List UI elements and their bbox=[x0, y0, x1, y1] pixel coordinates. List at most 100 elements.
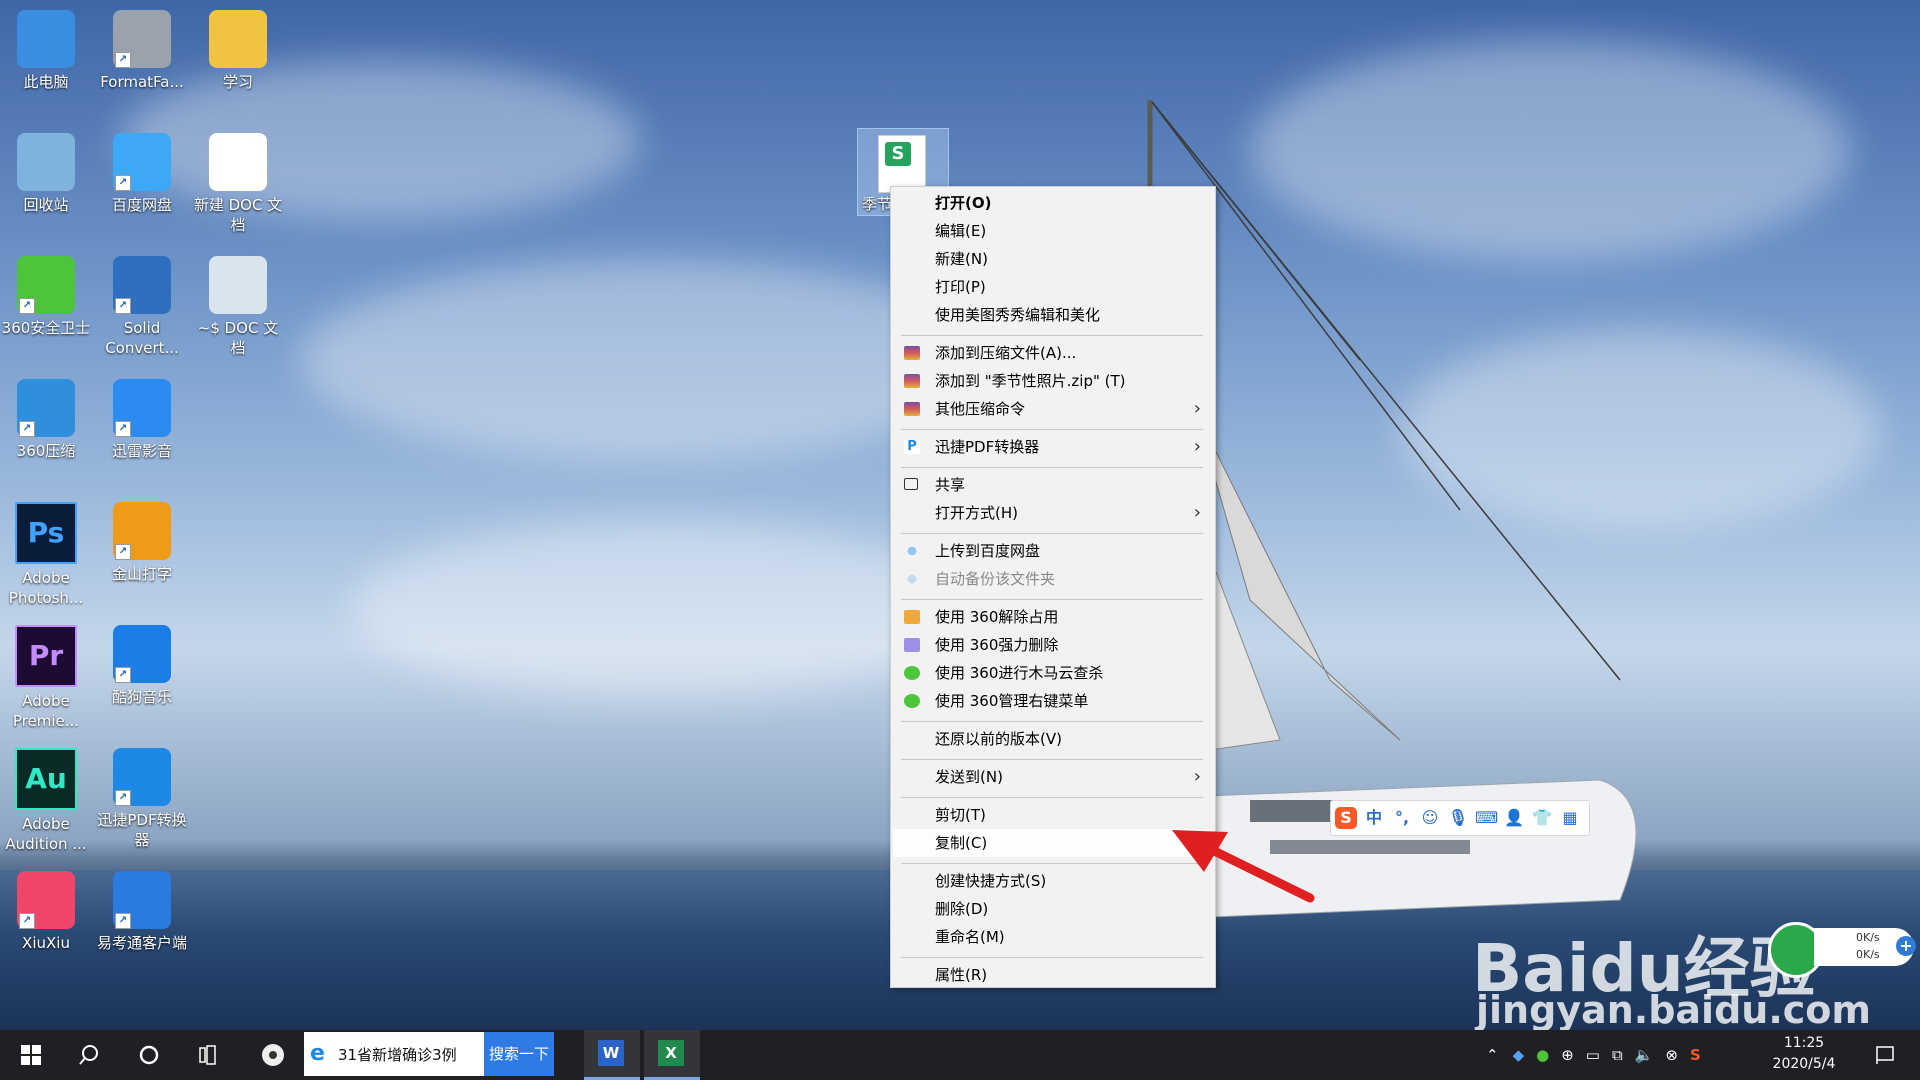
menu-item-open-with[interactable]: 打开方式(H) › bbox=[893, 499, 1213, 527]
show-hidden-icons[interactable]: ⌃ bbox=[1486, 1046, 1499, 1064]
menu-item-xunjie-pdf[interactable]: P 迅捷PDF转换器 › bbox=[893, 433, 1213, 461]
task-view-icon[interactable] bbox=[186, 1030, 232, 1080]
ime-skin-icon[interactable]: 👕 bbox=[1531, 807, 1553, 829]
shortcut-arrow-icon: ↗ bbox=[115, 421, 131, 437]
desktop-icon-label: 学习 bbox=[222, 73, 253, 91]
plus-icon[interactable]: + bbox=[1896, 936, 1916, 956]
desktop-icon-label: 此电脑 bbox=[23, 73, 69, 91]
search-button[interactable]: 搜索一下 bbox=[484, 1032, 554, 1076]
desktop-icon[interactable]: ↗ 迅捷PDF转换器 bbox=[96, 742, 188, 850]
360-security-icon: ↗ bbox=[17, 256, 75, 314]
shortcut-arrow-icon: ↗ bbox=[115, 544, 131, 560]
menu-item-360-scan[interactable]: 使用 360进行木马云查杀 bbox=[893, 659, 1213, 687]
sogou-logo-icon[interactable]: S bbox=[1335, 807, 1357, 829]
desktop-icon[interactable]: ↗ Solid Convert... bbox=[96, 250, 188, 358]
ime-emoji-icon[interactable]: ☺ bbox=[1419, 807, 1441, 829]
360-unlock-icon bbox=[904, 610, 920, 624]
winrar-icon bbox=[904, 346, 920, 360]
desktop-icon[interactable]: ↗ 360安全卫士 bbox=[0, 250, 92, 338]
network-globe-icon[interactable]: ⊕ bbox=[1561, 1046, 1574, 1064]
desktop-icon[interactable]: Ps Adobe Photosh... bbox=[0, 496, 92, 608]
search-text: 31省新增确诊3例 bbox=[338, 1046, 457, 1064]
taskbar-excel[interactable]: X bbox=[644, 1030, 700, 1080]
shortcut-arrow-icon: ↗ bbox=[115, 52, 131, 68]
desktop-icon[interactable]: ↗ 酷狗音乐 bbox=[96, 619, 188, 707]
xunlei-player-icon: ↗ bbox=[113, 379, 171, 437]
ime-user-icon[interactable]: 👤 bbox=[1503, 807, 1525, 829]
menu-item-new[interactable]: 新建(N) bbox=[893, 245, 1213, 273]
desktop-icon[interactable]: 回收站 bbox=[0, 127, 92, 215]
menu-item-360-force-delete[interactable]: 使用 360强力删除 bbox=[893, 631, 1213, 659]
clock-date: 2020/5/4 bbox=[1772, 1056, 1836, 1072]
ime-punctuation-icon[interactable]: °, bbox=[1391, 807, 1413, 829]
desktop-icon-label: Adobe Audition ... bbox=[5, 815, 87, 853]
menu-item-send-to[interactable]: 发送到(N) › bbox=[893, 763, 1213, 791]
winrar-icon bbox=[904, 402, 920, 416]
sogou-tray-icon[interactable]: S bbox=[1690, 1046, 1701, 1064]
chevron-right-icon: › bbox=[1193, 766, 1201, 787]
display-icon[interactable]: ⧉ bbox=[1612, 1046, 1623, 1064]
desktop-icon[interactable]: ↗ FormatFa... bbox=[96, 4, 188, 92]
desktop-icon-label: XiuXiu bbox=[22, 934, 70, 952]
menu-item-print[interactable]: 打印(P) bbox=[893, 273, 1213, 301]
baidu-netdisk-icon bbox=[904, 572, 920, 586]
desktop-icon[interactable]: ~$ DOC 文档 bbox=[192, 250, 284, 358]
search-icon[interactable] bbox=[66, 1030, 112, 1080]
solid-converter-icon: ↗ bbox=[113, 256, 171, 314]
battery-icon[interactable]: ▭ bbox=[1586, 1046, 1600, 1064]
desktop-icon[interactable]: ↗ 360压缩 bbox=[0, 373, 92, 461]
desktop-icon[interactable]: 新建 DOC 文档 bbox=[192, 127, 284, 235]
net-speed-widget[interactable]: 0K/s 0K/s + bbox=[1768, 922, 1918, 978]
menu-item-360-manage-menu[interactable]: 使用 360管理右键菜单 bbox=[893, 687, 1213, 715]
menu-item-add-zip[interactable]: 添加到 "季节性照片.zip" (T) bbox=[893, 367, 1213, 395]
desktop-icon[interactable]: Pr Adobe Premie... bbox=[0, 619, 92, 731]
ime-voice-icon[interactable]: 🎙 bbox=[1447, 807, 1469, 829]
menu-item-rename[interactable]: 重命名(M) bbox=[893, 923, 1213, 951]
menu-item-upload-baidu[interactable]: 上传到百度网盘 bbox=[893, 537, 1213, 565]
desktop-icon[interactable]: ↗ 迅雷影音 bbox=[96, 373, 188, 461]
pinwheel-app-icon[interactable] bbox=[250, 1030, 296, 1080]
yikaotong-icon: ↗ bbox=[113, 871, 171, 929]
menu-item-open[interactable]: 打开(O) bbox=[893, 189, 1213, 217]
ime-keyboard-icon[interactable]: ⌨ bbox=[1475, 807, 1498, 829]
cortana-icon[interactable] bbox=[126, 1030, 172, 1080]
notification-icon[interactable] bbox=[1860, 1030, 1910, 1080]
menu-item-share[interactable]: 共享 bbox=[893, 471, 1213, 499]
taskbar-clock[interactable]: 11:25 2020/5/4 bbox=[1760, 1033, 1848, 1075]
desktop-icon-label: 360安全卫士 bbox=[1, 319, 91, 337]
shortcut-arrow-icon: ↗ bbox=[19, 421, 35, 437]
menu-item-restore-versions[interactable]: 还原以前的版本(V) bbox=[893, 725, 1213, 753]
baidu-netdisk-icon bbox=[904, 544, 920, 558]
start-button[interactable] bbox=[8, 1030, 54, 1080]
desktop-icon[interactable]: ↗ 易考通客户端 bbox=[96, 865, 188, 953]
menu-item-other-compress[interactable]: 其他压缩命令 › bbox=[893, 395, 1213, 423]
desktop-icon-label: 迅雷影音 bbox=[111, 442, 172, 460]
ime-chinese-mode-icon[interactable]: 中 bbox=[1363, 807, 1385, 829]
desktop-icon[interactable]: 学习 bbox=[192, 4, 284, 92]
premiere-icon: Pr bbox=[15, 625, 77, 687]
menu-item-delete[interactable]: 删除(D) bbox=[893, 895, 1213, 923]
ime-toolbox-icon[interactable]: ▦ bbox=[1559, 807, 1581, 829]
volume-icon[interactable]: 🔈 bbox=[1635, 1046, 1654, 1064]
menu-item-360-unlock[interactable]: 使用 360解除占用 bbox=[893, 603, 1213, 631]
360-tray-icon[interactable]: ● bbox=[1536, 1046, 1549, 1064]
menu-item-add-archive[interactable]: 添加到压缩文件(A)... bbox=[893, 339, 1213, 367]
menu-item-edit[interactable]: 编辑(E) bbox=[893, 217, 1213, 245]
menu-item-properties[interactable]: 属性(R) bbox=[893, 961, 1213, 989]
menu-item-copy[interactable]: 复制(C) bbox=[893, 829, 1213, 857]
360-security-icon bbox=[904, 694, 920, 708]
taskbar-wps-writer[interactable]: W bbox=[584, 1030, 640, 1080]
cube-tray-icon[interactable]: ◆ bbox=[1513, 1046, 1525, 1064]
desktop-icon[interactable]: ↗ XiuXiu bbox=[0, 865, 92, 953]
xiuxiu-icon: ↗ bbox=[17, 871, 75, 929]
desktop-icon[interactable]: ↗ 百度网盘 bbox=[96, 127, 188, 215]
desktop-icon[interactable]: Au Adobe Audition ... bbox=[0, 742, 92, 854]
menu-item-meitu-edit[interactable]: 使用美图秀秀编辑和美化 bbox=[893, 301, 1213, 329]
menu-item-create-shortcut[interactable]: 创建快捷方式(S) bbox=[893, 867, 1213, 895]
close-circle-icon[interactable]: ⊗ bbox=[1665, 1046, 1678, 1064]
share-icon bbox=[904, 478, 918, 490]
menu-item-cut[interactable]: 剪切(T) bbox=[893, 801, 1213, 829]
desktop-icon[interactable]: ↗ 金山打字 bbox=[96, 496, 188, 584]
desktop-icon[interactable]: 此电脑 bbox=[0, 4, 92, 92]
upload-speed: 0K/s bbox=[1856, 931, 1880, 944]
